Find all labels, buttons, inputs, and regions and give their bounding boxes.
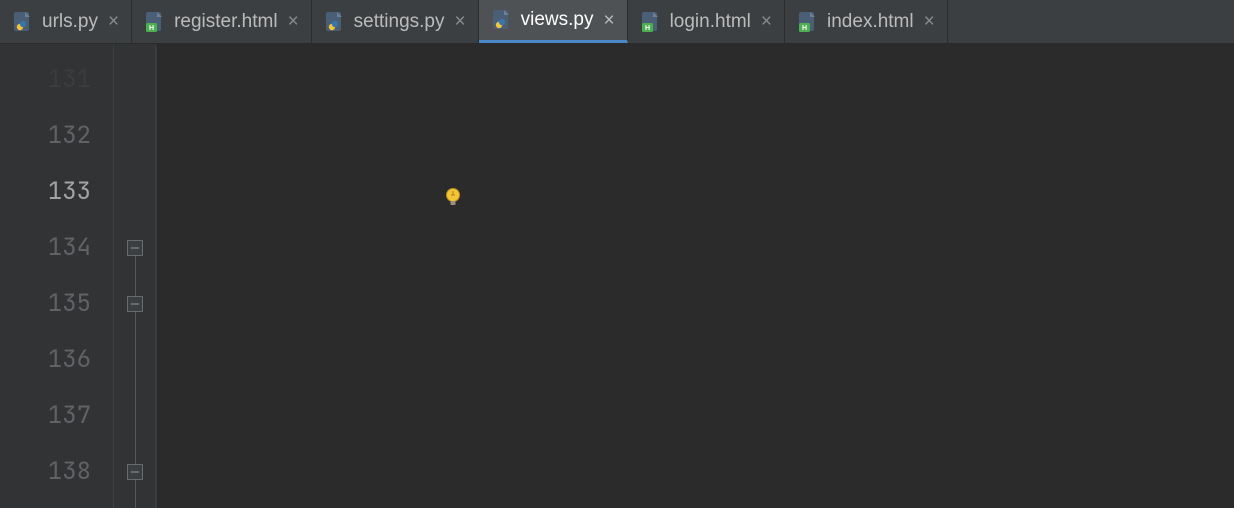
close-icon[interactable]: × [601, 11, 616, 30]
intention-bulb-icon[interactable] [356, 117, 378, 139]
code-area[interactable]: #局部禁止 @csrf_exempt def register(request)… [156, 44, 1234, 508]
python-file-icon [324, 11, 346, 33]
tab-register-html[interactable]: H register.html × [132, 0, 312, 43]
close-icon[interactable]: × [106, 12, 121, 31]
tab-settings-py[interactable]: settings.py × [312, 0, 479, 43]
code-editor[interactable]: 131 132 133 134 135 136 137 138 139 #局部禁… [0, 44, 1234, 508]
tab-urls-py[interactable]: urls.py × [0, 0, 132, 43]
close-icon[interactable]: × [759, 12, 774, 31]
html-file-icon: H [640, 11, 662, 33]
close-icon[interactable]: × [922, 12, 937, 31]
html-file-icon: H [144, 11, 166, 33]
tab-label: index.html [827, 11, 914, 33]
fold-toggle-icon[interactable] [127, 296, 143, 312]
tab-label: settings.py [354, 11, 445, 33]
line-number: 132 [0, 108, 91, 164]
tab-label: register.html [174, 11, 277, 33]
editor-tabbar: urls.py × H register.html × settings.py … [0, 0, 1234, 44]
line-number: 134 [0, 220, 91, 276]
fold-gutter [114, 44, 156, 508]
code-line [166, 444, 1234, 500]
line-number: 136 [0, 332, 91, 388]
close-icon[interactable]: × [453, 12, 468, 31]
tab-label: urls.py [42, 11, 98, 33]
line-number: 139 [0, 500, 91, 508]
tab-index-html[interactable]: H index.html × [785, 0, 948, 43]
svg-text:H: H [149, 25, 154, 32]
fold-toggle-icon[interactable] [127, 240, 143, 256]
html-file-icon: H [797, 11, 819, 33]
tab-label: views.py [521, 9, 594, 31]
python-file-icon [491, 9, 513, 31]
line-number: 133 [0, 164, 91, 220]
tab-views-py[interactable]: views.py × [479, 0, 628, 43]
svg-text:H: H [645, 25, 650, 32]
tab-label: login.html [670, 11, 751, 33]
line-number: 137 [0, 388, 91, 444]
indent-guide [156, 47, 157, 508]
line-number: 131 [0, 52, 91, 108]
line-number: 135 [0, 276, 91, 332]
svg-text:H: H [802, 25, 807, 32]
python-file-icon [12, 11, 34, 33]
fold-toggle-icon[interactable] [127, 464, 143, 480]
close-icon[interactable]: × [286, 12, 301, 31]
line-number: 138 [0, 444, 91, 500]
tab-login-html[interactable]: H login.html × [628, 0, 785, 43]
line-number-gutter: 131 132 133 134 135 136 137 138 139 [0, 44, 114, 508]
